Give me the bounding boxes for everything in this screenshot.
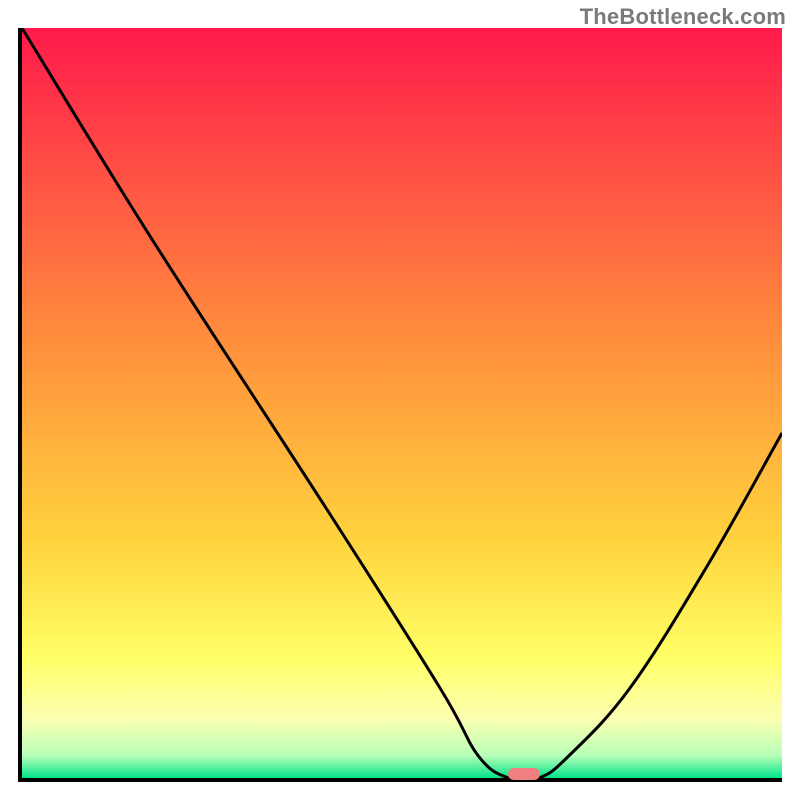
bottleneck-curve-svg bbox=[22, 28, 782, 778]
bottleneck-curve-path bbox=[22, 28, 782, 778]
watermark-text: TheBottleneck.com bbox=[580, 4, 786, 30]
optimal-point-marker bbox=[508, 768, 540, 780]
plot-area bbox=[18, 28, 782, 782]
chart-container: TheBottleneck.com bbox=[0, 0, 800, 800]
